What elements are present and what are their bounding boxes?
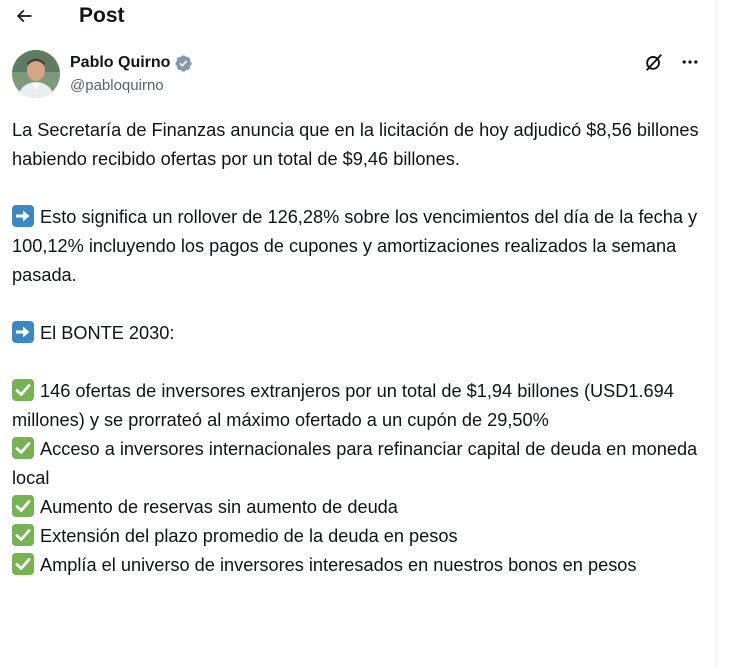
right-arrow-emoji-icon <box>12 205 34 227</box>
post-rollover: Esto significa un rollover de 126,28% so… <box>12 203 707 290</box>
list-item-text: Acceso a inversores internacionales para… <box>12 439 698 488</box>
check-mark-emoji-icon <box>12 437 34 459</box>
post-bonte-heading-text: El BONTE 2030: <box>40 323 175 343</box>
right-arrow-emoji-icon <box>12 321 34 343</box>
list-item: 146 ofertas de inversores extranjeros po… <box>12 377 707 435</box>
list-item: Acceso a inversores internacionales para… <box>12 435 707 493</box>
back-button[interactable] <box>10 2 38 30</box>
display-name[interactable]: Pablo Quirno <box>70 54 170 72</box>
page-header: Post <box>0 0 716 33</box>
list-item-text: Extensión del plazo promedio de la deuda… <box>40 526 458 546</box>
grok-icon <box>645 54 663 71</box>
list-item: Extensión del plazo promedio de la deuda… <box>12 522 707 551</box>
post-actions <box>642 50 702 74</box>
verified-badge-icon <box>175 54 193 72</box>
check-mark-emoji-icon <box>12 379 34 401</box>
post-rollover-text: Esto significa un rollover de 126,28% so… <box>12 207 698 285</box>
bullet-list: 146 ofertas de inversores extranjeros po… <box>12 377 707 580</box>
grok-button[interactable] <box>642 50 666 74</box>
list-item: Aumento de reservas sin aumento de deuda <box>12 493 707 522</box>
list-item-text: 146 ofertas de inversores extranjeros po… <box>12 381 674 430</box>
check-mark-emoji-icon <box>12 524 34 546</box>
name-row: Pablo Quirno <box>70 52 193 74</box>
post-author: Pablo Quirno @pabloquirno <box>12 50 702 100</box>
avatar[interactable] <box>12 50 60 98</box>
list-item-text: Amplía el universo de inversores interes… <box>40 555 637 575</box>
list-item-text: Aumento de reservas sin aumento de deuda <box>40 497 398 517</box>
check-mark-emoji-icon <box>12 495 34 517</box>
handle[interactable]: @pabloquirno <box>70 75 193 97</box>
list-item: Amplía el universo de inversores interes… <box>12 551 707 580</box>
column-divider <box>716 0 717 668</box>
author-names: Pablo Quirno @pabloquirno <box>70 52 193 97</box>
check-mark-emoji-icon <box>12 553 34 575</box>
post-bonte-heading: El BONTE 2030: <box>12 319 707 348</box>
avatar-photo <box>12 50 60 98</box>
more-icon <box>682 60 698 64</box>
page-title: Post <box>79 4 125 27</box>
more-button[interactable] <box>678 50 702 74</box>
arrow-left-icon <box>16 9 32 23</box>
post-intro: La Secretaría de Finanzas anuncia que en… <box>12 120 699 169</box>
post-text: La Secretaría de Finanzas anuncia que en… <box>12 116 707 580</box>
